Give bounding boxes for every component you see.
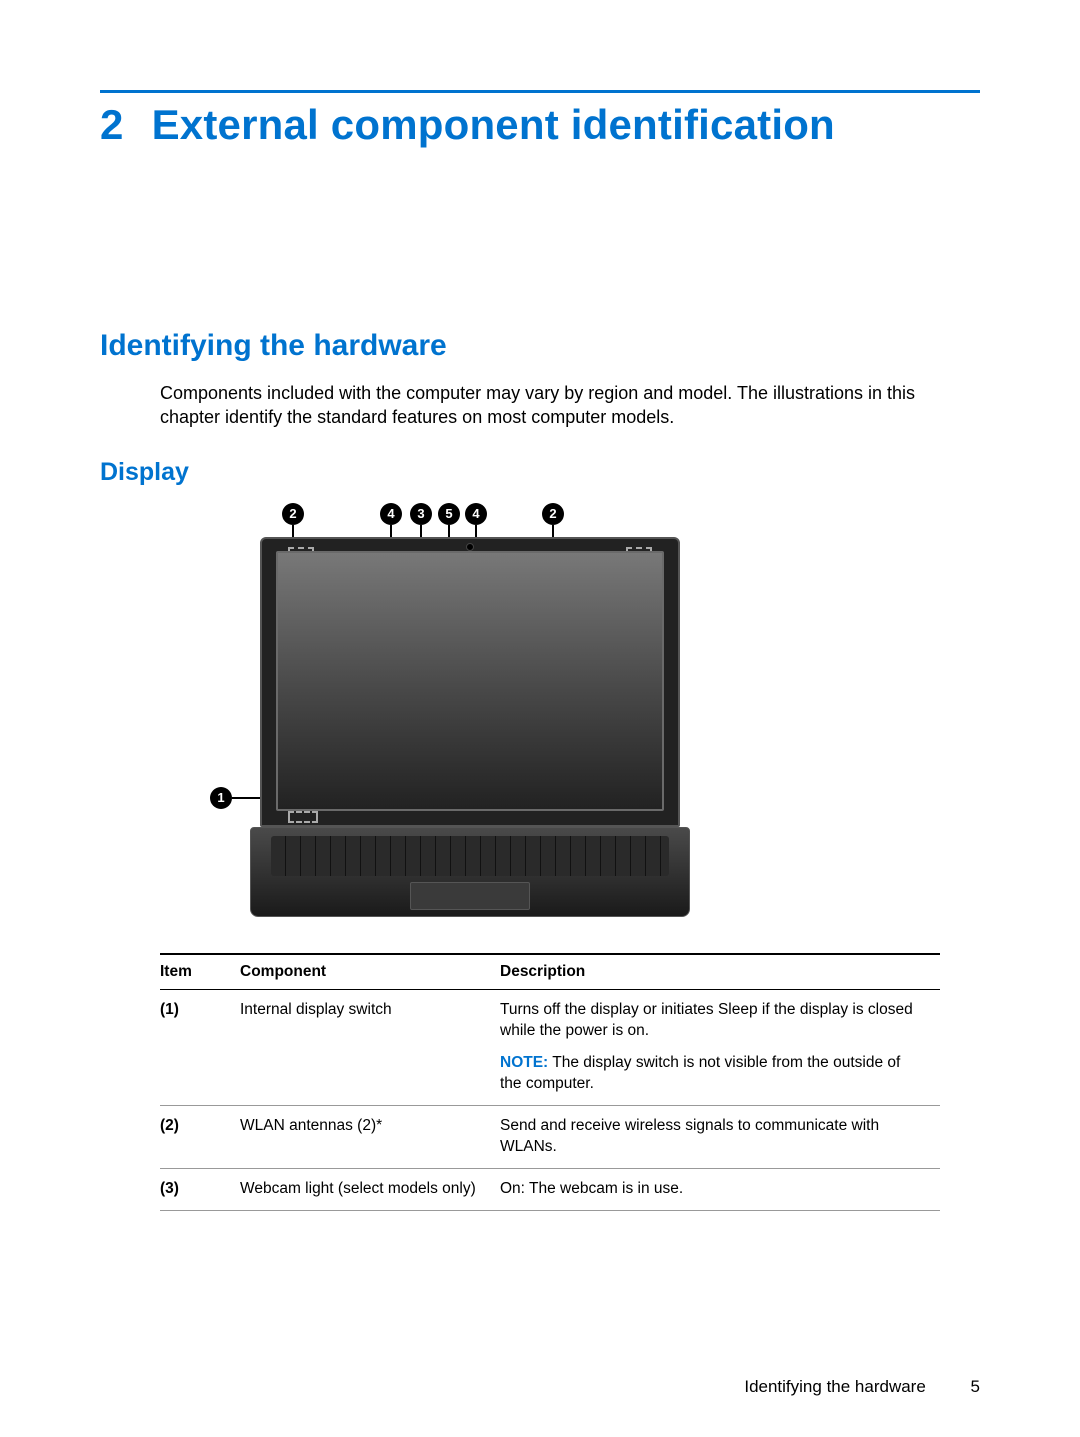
desc-text: Turns off the display or initiates Sleep… [500,1001,913,1039]
col-component: Component [240,954,500,990]
components-table: Item Component Description (1) Internal … [160,953,940,1211]
callout-2: 2 [542,503,564,525]
display-switch-marker-icon [288,811,318,823]
table-header-row: Item Component Description [160,954,940,990]
callout-1: 1 [210,787,232,809]
cell-component: Webcam light (select models only) [240,1169,500,1211]
col-item: Item [160,954,240,990]
top-rule [100,90,980,93]
laptop-illustration [260,537,680,917]
cell-item: (2) [160,1106,240,1169]
cell-description: Send and receive wireless signals to com… [500,1106,940,1169]
callout-4: 4 [465,503,487,525]
touchpad-icon [410,882,530,910]
page-footer: Identifying the hardware 5 [744,1377,980,1397]
chapter-number: 2 [100,101,124,148]
table-row: (1) Internal display switch Turns off th… [160,989,940,1106]
keyboard-icon [271,836,669,876]
laptop-screen [260,537,680,827]
section-heading: Identifying the hardware [100,329,980,363]
cell-description: Turns off the display or initiates Sleep… [500,989,940,1106]
screen-bezel [276,551,664,811]
table-row: (2) WLAN antennas (2)* Send and receive … [160,1106,940,1169]
col-description: Description [500,954,940,990]
cell-item: (1) [160,989,240,1106]
callout-4: 4 [380,503,402,525]
chapter-heading: 2 External component identification [100,101,980,149]
cell-description: On: The webcam is in use. [500,1169,940,1211]
callout-5: 5 [438,503,460,525]
callout-2: 2 [282,503,304,525]
section-body: Components included with the computer ma… [160,381,960,430]
subsection-heading: Display [100,458,980,487]
display-figure: 2 4 3 5 4 2 1 [200,497,720,937]
cell-component: WLAN antennas (2)* [240,1106,500,1169]
footer-text: Identifying the hardware [744,1377,925,1396]
page: 2 External component identification Ident… [0,0,1080,1437]
laptop-base [250,827,690,917]
cell-item: (3) [160,1169,240,1211]
chapter-title: External component identification [152,101,835,148]
table-row: (3) Webcam light (select models only) On… [160,1169,940,1211]
note-block: NOTE: The display switch is not visible … [500,1053,926,1095]
webcam-icon [466,543,474,551]
page-number: 5 [971,1377,980,1396]
spacer [100,149,980,329]
callout-3: 3 [410,503,432,525]
note-text: The display switch is not visible from t… [500,1054,900,1092]
note-label: NOTE: [500,1054,548,1071]
cell-component: Internal display switch [240,989,500,1106]
